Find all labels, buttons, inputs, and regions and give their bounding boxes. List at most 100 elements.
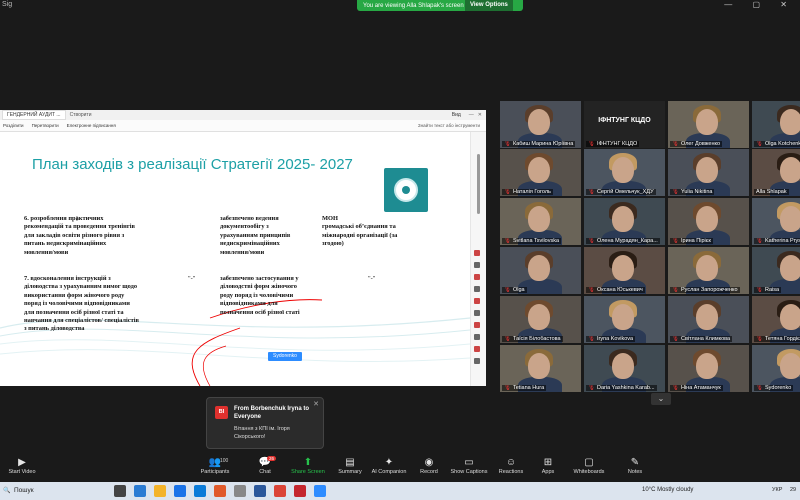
participant-name: 🎙 Світлана Климкова — [670, 336, 733, 342]
document-side-tools[interactable] — [474, 250, 484, 370]
participant-video — [528, 255, 550, 281]
participant-video — [528, 109, 550, 135]
participant-tile[interactable]: 🎙 Olga — [500, 247, 581, 294]
row1-measure: 6. розроблення практичних рекомендацій т… — [24, 215, 135, 256]
windows-taskbar: Пошук 10°C Mostly cloudy УКР 29 — [0, 482, 800, 500]
participant-tile[interactable]: 🎙 Raisa — [752, 247, 800, 294]
participant-video — [612, 353, 634, 379]
minimize-icon[interactable]: — — [469, 112, 474, 118]
participants-icon: 👥 — [208, 457, 222, 468]
clock[interactable]: 29 — [790, 487, 796, 493]
new-tab[interactable]: Створити — [70, 112, 92, 118]
participant-tile[interactable]: 🎙 Оксана Юськевич — [584, 247, 665, 294]
edge-icon[interactable] — [174, 485, 186, 497]
close-icon[interactable]: ✕ — [313, 400, 319, 408]
mic-muted-icon: 🎙 — [672, 238, 679, 244]
top-left-label: Sig — [2, 1, 13, 8]
participant-tile[interactable]: 🎙 Ірина Пірієк — [668, 198, 749, 245]
participant-tile[interactable]: 🎙 Наталія Гоголь — [500, 149, 581, 196]
copilot-icon[interactable] — [134, 485, 146, 497]
viewing-banner: You are viewing Alla Shlapak's screen Vi… — [357, 0, 523, 11]
participant-tile[interactable]: ІФНТУНГ КЦДО 🎙 ІФНТУНГ КЦДО — [584, 101, 665, 148]
app-icon-2[interactable] — [234, 485, 246, 497]
taskbar-search[interactable]: Пошук — [0, 482, 80, 500]
participant-tile[interactable]: 🎙 Руслан Запорожченко — [668, 247, 749, 294]
participant-tile[interactable]: 🎙 Sydorenko — [752, 345, 800, 392]
language-indicator[interactable]: УКР — [772, 487, 782, 493]
participant-name: 🎙 Сергій Омельчук_ХДУ — [586, 189, 656, 195]
participant-video — [696, 157, 718, 183]
chrome-icon[interactable] — [274, 485, 286, 497]
participant-tile[interactable]: 🎙 Svitlana Tsvilovska — [500, 198, 581, 245]
participant-name: Alla Shlapak — [754, 189, 789, 195]
participant-tile[interactable]: 🎙 Таїсія Білобастова — [500, 296, 581, 343]
toolbar-convert[interactable]: Перетворити — [32, 123, 59, 128]
store-icon[interactable] — [194, 485, 206, 497]
window-controls[interactable]: — ▢ ✕ — [724, 0, 796, 9]
participants-count: 100 — [220, 458, 229, 464]
row1-result: забезпечено ведення документообігу з ура… — [220, 215, 291, 256]
participant-tile[interactable]: 🎙Katherina Prysiazhniuk — [752, 198, 800, 245]
participant-tile[interactable]: 🎙 Tetiana Hura — [500, 345, 581, 392]
annotator-tag: Sydorenko — [268, 352, 302, 361]
taskview-icon[interactable] — [114, 485, 126, 497]
folder-icon[interactable] — [154, 485, 166, 497]
mic-muted-icon: 🎙 — [756, 385, 763, 391]
start-video-button[interactable]: ▶ Start Video — [0, 457, 47, 475]
notes-button[interactable]: ✎ Notes — [610, 457, 660, 475]
participant-name: 🎙Olga Kotchenko — [754, 141, 800, 147]
participants-button[interactable]: 👥 100 Participants — [190, 457, 240, 475]
participant-tile[interactable]: 🎙 Iryna Kovikova — [584, 296, 665, 343]
participant-tile[interactable]: 🎙Olga Kotchenko — [752, 101, 800, 148]
participant-name: 🎙 Sydorenko — [754, 385, 794, 391]
weather-widget[interactable]: 10°C Mostly cloudy — [642, 487, 693, 493]
view-mode-label[interactable]: Вид — [452, 112, 461, 118]
participant-video — [696, 304, 718, 330]
participant-video — [780, 157, 800, 183]
row2-measure: 7. вдосконалення інструкцій з діловодств… — [24, 275, 139, 333]
document-tab[interactable]: ГЕНДЕРНИЙ АУДИТ ... — [2, 110, 66, 120]
participant-tile[interactable]: 🎙 Yulia Nikitina — [668, 149, 749, 196]
chat-notification[interactable]: BI From Borbenchuk Iryna to Everyone Віт… — [206, 397, 324, 449]
participant-video — [696, 206, 718, 232]
participant-name: 🎙 Svitlana Tsvilovska — [502, 238, 562, 244]
view-options-button[interactable]: View Options — [465, 0, 513, 11]
mic-muted-icon: 🎙 — [672, 189, 679, 195]
close-icon[interactable]: ✕ — [478, 112, 482, 118]
participant-name: 🎙 Олег Довженко — [670, 141, 723, 147]
viewing-banner-text: You are viewing Alla Shlapak's screen — [363, 2, 464, 9]
participant-tile[interactable]: 🎙 Світлана Климкова — [668, 296, 749, 343]
mic-muted-icon: 🎙 — [588, 385, 595, 391]
participant-tile[interactable]: 🎙 Сергій Омельчук_ХДУ — [584, 149, 665, 196]
row2-mark-right: "-" — [368, 275, 376, 282]
taskbar-apps[interactable] — [114, 485, 326, 497]
participant-name: 🎙 Yulia Nikitina — [670, 189, 715, 195]
participant-video — [780, 109, 800, 135]
toolbar-split[interactable]: Розділити — [3, 123, 24, 128]
participant-name: 🎙 Iryna Kovikova — [586, 336, 636, 342]
whiteboards-button[interactable]: ▢ Whiteboards — [564, 457, 614, 475]
participant-name: 🎙Тетяна Гордієнко — [754, 336, 800, 342]
toolbar-esign[interactable]: Електронне підписання — [67, 123, 116, 128]
toolbar-search[interactable]: Знайти текст або інструменти — [418, 123, 480, 128]
participant-tile[interactable]: 🎙 Ніна Атаманчук — [668, 345, 749, 392]
mic-muted-icon: 🎙 — [504, 385, 511, 391]
mic-muted-icon: 🎙 — [756, 141, 763, 147]
document-toolbar: Розділити Перетворити Електронне підписа… — [0, 120, 486, 132]
app-icon[interactable] — [214, 485, 226, 497]
mic-muted-icon: 🎙 — [504, 238, 511, 244]
participant-tile[interactable]: 🎙 Олег Довженко — [668, 101, 749, 148]
participant-video — [696, 255, 718, 281]
acrobat-icon[interactable] — [294, 485, 306, 497]
university-logo — [384, 168, 428, 212]
participant-tile[interactable]: 🎙 Daria Yashkina Karab... — [584, 345, 665, 392]
participant-name: 🎙 ІФНТУНГ КЦДО — [586, 141, 640, 147]
zoom-icon[interactable] — [314, 485, 326, 497]
participant-video — [780, 353, 800, 379]
chevron-down-icon[interactable]: ⌄ — [651, 393, 671, 405]
participant-tile[interactable]: 🎙 Кабиш Марина Юріївна — [500, 101, 581, 148]
participant-tile[interactable]: Alla Shlapak — [752, 149, 800, 196]
participant-tile[interactable]: 🎙Тетяна Гордієнко — [752, 296, 800, 343]
participant-tile[interactable]: 🎙 Олена Мурадян_Кара... — [584, 198, 665, 245]
word-icon[interactable] — [254, 485, 266, 497]
